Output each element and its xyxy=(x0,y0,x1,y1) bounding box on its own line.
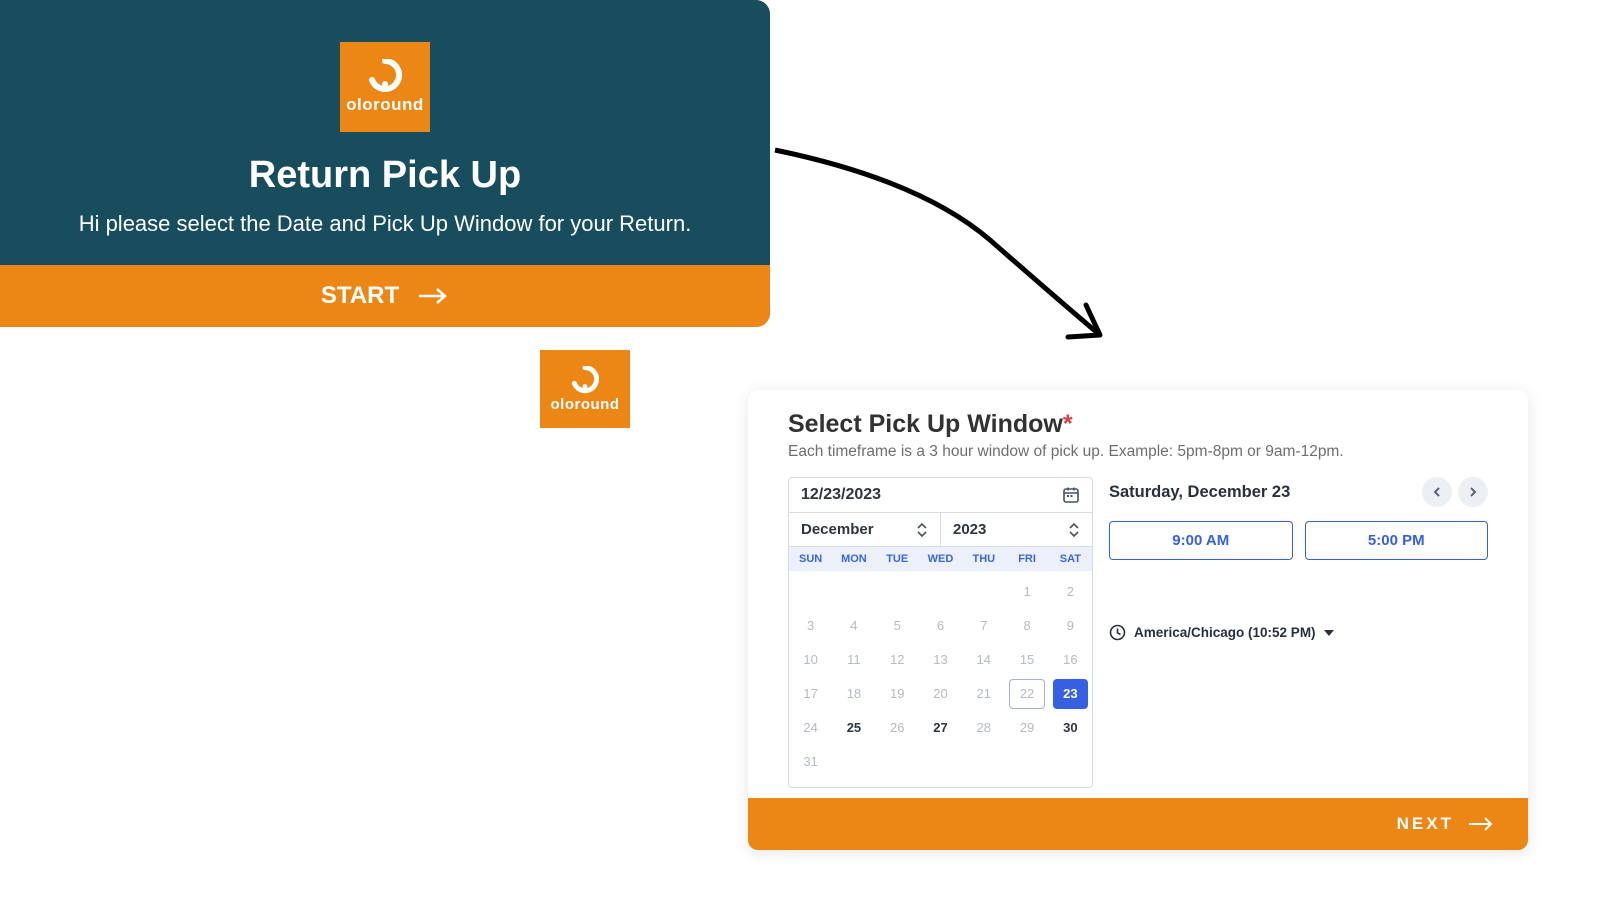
calendar-dow-header: SUNMONTUEWEDTHUFRISAT xyxy=(789,547,1092,571)
required-indicator: * xyxy=(1063,410,1073,438)
pickup-window-card: Select Pick Up Window* Each timeframe is… xyxy=(748,390,1528,850)
arrow-right-icon xyxy=(1468,816,1494,832)
caret-down-icon xyxy=(1324,630,1334,636)
date-input-value: 12/23/2023 xyxy=(801,486,881,504)
calendar-dow-cell: SAT xyxy=(1049,553,1092,565)
calendar-day[interactable]: 10 xyxy=(793,645,828,675)
date-input[interactable]: 12/23/2023 xyxy=(789,478,1092,513)
calendar-day[interactable]: 20 xyxy=(923,679,958,709)
calendar-day[interactable]: 28 xyxy=(966,713,1001,743)
brand-logo-floating: oloround xyxy=(540,350,630,428)
logo-glyph-icon xyxy=(568,366,602,394)
calendar-day[interactable]: 23 xyxy=(1053,679,1088,709)
calendar-day[interactable]: 13 xyxy=(923,645,958,675)
calendar-day[interactable]: 14 xyxy=(966,645,1001,675)
calendar-dow-cell: TUE xyxy=(876,553,919,565)
calendar-day[interactable]: 12 xyxy=(880,645,915,675)
calendar-day[interactable]: 18 xyxy=(836,679,871,709)
chevron-down-icon[interactable] xyxy=(1068,530,1080,538)
selected-date-label: Saturday, December 23 xyxy=(1109,483,1290,502)
chevron-right-icon xyxy=(1467,486,1479,498)
calendar-day[interactable]: 30 xyxy=(1053,713,1088,743)
calendar-day[interactable]: 31 xyxy=(793,747,828,777)
calendar-day[interactable]: 26 xyxy=(880,713,915,743)
chevron-down-icon[interactable] xyxy=(916,530,928,538)
time-slot-list: 9:00 AM 5:00 PM xyxy=(1109,521,1488,560)
next-button-label: NEXT xyxy=(1397,814,1454,834)
start-button-label: START xyxy=(321,282,399,310)
year-stepper[interactable]: 2023 xyxy=(941,513,1092,546)
return-pickup-intro-card: oloround Return Pick Up Hi please select… xyxy=(0,0,770,327)
calendar-dow-cell: WED xyxy=(919,553,962,565)
calendar-dow-cell: MON xyxy=(832,553,875,565)
calendar-dow-cell: FRI xyxy=(1005,553,1048,565)
calendar-day[interactable]: 22 xyxy=(1009,679,1044,709)
section-title: Select Pick Up Window* xyxy=(788,410,1488,439)
clock-icon xyxy=(1109,624,1126,641)
date-picker: 12/23/2023 December xyxy=(788,477,1093,788)
calendar-day[interactable]: 4 xyxy=(836,611,871,641)
chevron-left-icon xyxy=(1431,486,1443,498)
calendar-day[interactable]: 8 xyxy=(1009,611,1044,641)
chevron-up-icon[interactable] xyxy=(916,522,928,530)
calendar-day[interactable]: 7 xyxy=(966,611,1001,641)
calendar-day[interactable]: 6 xyxy=(923,611,958,641)
intro-title: Return Pick Up xyxy=(30,154,740,197)
section-subtitle: Each timeframe is a 3 hour window of pic… xyxy=(788,443,1488,461)
intro-subtitle: Hi please select the Date and Pick Up Wi… xyxy=(30,211,740,237)
calendar-day[interactable]: 17 xyxy=(793,679,828,709)
time-slot-button[interactable]: 5:00 PM xyxy=(1305,521,1489,560)
calendar-day[interactable]: 16 xyxy=(1053,645,1088,675)
calendar-day[interactable]: 29 xyxy=(1009,713,1044,743)
calendar-day[interactable]: 15 xyxy=(1009,645,1044,675)
calendar-dow-cell: THU xyxy=(962,553,1005,565)
next-day-button[interactable] xyxy=(1458,477,1488,507)
time-selection: Saturday, December 23 9:00 AM 5:00 PM xyxy=(1109,477,1488,788)
flow-arrow-icon xyxy=(770,140,1140,380)
calendar-day[interactable]: 3 xyxy=(793,611,828,641)
calendar-icon xyxy=(1062,486,1080,504)
calendar-day[interactable]: 9 xyxy=(1053,611,1088,641)
calendar-day[interactable]: 24 xyxy=(793,713,828,743)
start-button[interactable]: START xyxy=(0,265,770,327)
calendar-day[interactable]: 27 xyxy=(923,713,958,743)
year-value: 2023 xyxy=(953,521,986,538)
calendar-day[interactable]: 1 xyxy=(1009,577,1044,607)
calendar-day[interactable]: 11 xyxy=(836,645,871,675)
logo-glyph-icon xyxy=(365,59,405,93)
calendar-day[interactable]: 2 xyxy=(1053,577,1088,607)
timezone-label: America/Chicago (10:52 PM) xyxy=(1134,625,1316,640)
time-slot-button[interactable]: 9:00 AM xyxy=(1109,521,1293,560)
calendar-day[interactable]: 19 xyxy=(880,679,915,709)
brand-logo: oloround xyxy=(340,42,430,132)
month-value: December xyxy=(801,521,874,538)
calendar-day[interactable]: 21 xyxy=(966,679,1001,709)
brand-name: oloround xyxy=(346,95,424,115)
timezone-selector[interactable]: America/Chicago (10:52 PM) xyxy=(1109,624,1488,641)
next-button[interactable]: NEXT xyxy=(748,798,1528,850)
calendar-day-grid: 1234567891011121314151617181920212223242… xyxy=(789,571,1092,787)
calendar-day[interactable]: 5 xyxy=(880,611,915,641)
prev-day-button[interactable] xyxy=(1422,477,1452,507)
arrow-right-icon xyxy=(417,286,449,306)
chevron-up-icon[interactable] xyxy=(1068,522,1080,530)
calendar-dow-cell: SUN xyxy=(789,553,832,565)
calendar-day[interactable]: 25 xyxy=(836,713,871,743)
month-stepper[interactable]: December xyxy=(789,513,941,546)
brand-name: oloround xyxy=(551,396,620,413)
